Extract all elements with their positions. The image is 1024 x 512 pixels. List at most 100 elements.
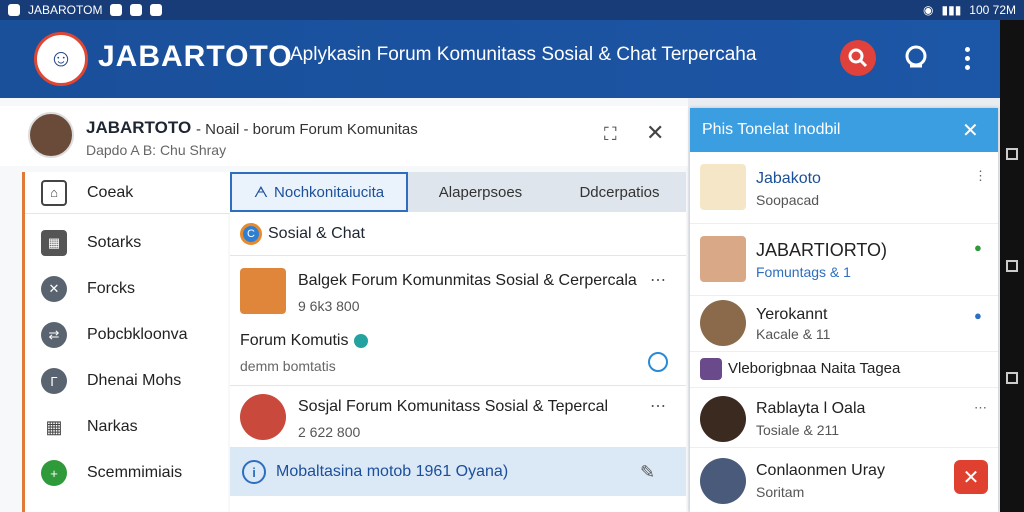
tools-icon: ✕ xyxy=(41,276,67,302)
more-menu-button[interactable] xyxy=(955,42,979,74)
more-icon[interactable]: ⋯ xyxy=(974,400,987,416)
back-icon[interactable] xyxy=(1006,148,1018,160)
item-meta: Tosiale & 211 xyxy=(756,422,840,438)
tab-applications[interactable]: Alaperpsoes xyxy=(408,172,553,212)
app-bar: ☺ JABARTOTO Aplykasin Forum Komunitass S… xyxy=(0,20,1000,98)
info-icon: i xyxy=(242,460,266,484)
list-item[interactable]: JABARTIORTO) Fomuntags & 1 ● xyxy=(690,224,998,296)
share-icon[interactable]: ⛶ xyxy=(604,124,617,145)
online-icon: ● xyxy=(974,240,982,255)
notification-icon xyxy=(110,4,123,16)
more-icon[interactable]: ⋮ xyxy=(974,168,987,184)
close-icon[interactable]: ✕ xyxy=(962,118,979,143)
post-thumbnail xyxy=(240,394,286,440)
item-name: Vleborigbnaa Naita Tagea xyxy=(728,360,901,377)
signal-icon: ▮▮▮ xyxy=(941,3,962,17)
avatar xyxy=(700,236,746,282)
edit-icon[interactable]: ✎ xyxy=(640,462,655,483)
sidebar-item-label: Forcks xyxy=(87,280,135,297)
feed: C Sosial & Chat Balgek Forum Komunmitas … xyxy=(230,212,686,512)
footer-label: Mobaltasina motob 1961 Oyana) xyxy=(276,463,509,480)
close-icon[interactable]: ✕ xyxy=(646,120,664,146)
panel-title: Phis Tonelat Inodbil xyxy=(702,121,841,138)
sidebar-item-label: Narkas xyxy=(87,418,138,435)
tab-label: Alaperpsoes xyxy=(438,183,523,201)
list-item[interactable]: Vleborigbnaa Naita Tagea xyxy=(690,352,998,388)
sidebar-item-label: Dhenai Mohs xyxy=(87,372,182,389)
system-nav-bar xyxy=(1000,20,1024,512)
avatar xyxy=(700,396,746,442)
sidebar-item-home[interactable]: ⌂ Coeak xyxy=(25,172,231,214)
verified-icon xyxy=(354,333,369,348)
sidebar-item-markets[interactable]: ▦ Narkas xyxy=(25,406,231,448)
message-icon: Γ xyxy=(41,368,67,394)
list-item[interactable]: Rablayta l Oala Tosiale & 211 ⋯ xyxy=(690,388,998,448)
brand-title: JABARTOTO xyxy=(98,40,293,73)
sidebar-item-label: Coeak xyxy=(87,183,134,201)
tab-label: Nochkonitaiucita xyxy=(274,183,385,201)
more-icon[interactable]: ⋯ xyxy=(650,270,666,290)
sidebar-item-messages[interactable]: Γ Dhenai Mohs xyxy=(25,360,231,402)
compose-button[interactable]: ✕ xyxy=(954,460,988,494)
list-item[interactable]: Conlaonmen Uray Soritam xyxy=(690,448,998,512)
app-badge-icon xyxy=(8,4,20,16)
home-icon[interactable] xyxy=(1006,260,1018,272)
side-panel: Phis Tonelat Inodbil ✕ Jabakoto Soopacad… xyxy=(690,108,998,512)
sidebar: ⌂ Coeak ▦ Sotarks ✕ Forcks ⇄ Pobcbkloonv… xyxy=(22,172,231,512)
dot-icon xyxy=(964,55,970,61)
item-name: Conlaonmen Uray xyxy=(756,462,885,479)
app-logo[interactable]: ☺ xyxy=(34,32,88,86)
avatar[interactable] xyxy=(28,112,74,158)
list-item[interactable]: Sosjal Forum Komunitass Sosial & Teperca… xyxy=(230,386,686,448)
post-thumbnail xyxy=(240,268,286,314)
chat-header: JABARTOTO - Noail - borum Forum Komunita… xyxy=(0,106,688,166)
list-item[interactable]: Jabakoto Soopacad ⋮ xyxy=(690,152,998,224)
status-bar: JABAROTOM ◉ ▮▮▮ 100 72M xyxy=(0,0,1024,20)
post-title: Sosjal Forum Komunitass Sosial & Teperca… xyxy=(298,398,609,415)
item-name: Jabakoto xyxy=(756,170,821,187)
home-icon: ⌂ xyxy=(41,179,67,206)
profile-button[interactable] xyxy=(900,42,932,74)
list-item[interactable]: Yerokannt Kacale & 11 ● xyxy=(690,296,998,352)
item-meta: Fomuntags & 1 xyxy=(756,264,851,280)
sidebar-item-forums[interactable]: ✕ Forcks xyxy=(25,268,231,310)
plus-icon: + xyxy=(41,460,67,486)
tab-operations[interactable]: Ddcerpatios xyxy=(553,172,686,212)
app-tagline: Aplykasin Forum Komunitass Sosial & Chat… xyxy=(290,44,757,65)
chat-logo-icon: C xyxy=(240,222,262,245)
section-label: Sosial & Chat xyxy=(268,224,365,242)
status-icon: ● xyxy=(974,308,982,323)
section-header: C Sosial & Chat xyxy=(230,212,686,256)
lock-icon: ᗅ xyxy=(253,183,269,201)
post-title: Balgek Forum Komunmitas Sosial & Cerperc… xyxy=(298,272,637,289)
avatar xyxy=(700,164,746,210)
sidebar-item-label: Scemmimiais xyxy=(87,464,183,481)
group-icon xyxy=(700,358,722,380)
footer-bar[interactable]: i Mobaltasina motob 1961 Oyana) ✎ xyxy=(230,448,686,496)
status-time: 100 72M xyxy=(969,3,1016,17)
sidebar-item-notifications[interactable]: ⇄ Pobcbkloonva xyxy=(25,314,231,356)
dot-icon xyxy=(964,64,970,70)
sidebar-item-stats[interactable]: ▦ Sotarks xyxy=(25,222,231,264)
link-icon[interactable] xyxy=(648,352,668,372)
list-item[interactable]: Balgek Forum Komunmitas Sosial & Cerperc… xyxy=(230,256,686,386)
notification-icon xyxy=(150,4,163,16)
item-name: Rablayta l Oala xyxy=(756,400,866,417)
forum-subtitle: demm bomtatis xyxy=(240,358,336,374)
search-button[interactable] xyxy=(840,40,876,76)
sidebar-item-settings[interactable]: + Scemmimiais xyxy=(25,452,231,494)
recents-icon[interactable] xyxy=(1006,372,1018,384)
item-name: Yerokannt xyxy=(756,306,828,323)
search-icon xyxy=(848,48,868,68)
shuffle-icon: ⇄ xyxy=(41,322,67,348)
user-search-icon xyxy=(905,45,927,68)
item-meta: Kacale & 11 xyxy=(756,326,831,342)
calendar-icon: ▦ xyxy=(41,230,67,256)
item-meta: Soopacad xyxy=(756,192,820,208)
more-icon[interactable]: ⋯ xyxy=(650,396,666,416)
avatar xyxy=(700,300,746,346)
tab-community[interactable]: ᗅ Nochkonitaiucita xyxy=(230,172,408,212)
tab-bar: ᗅ Nochkonitaiucita Alaperpsoes Ddcerpati… xyxy=(230,172,686,212)
notification-icon xyxy=(130,4,143,16)
status-app-label: JABAROTOM xyxy=(28,3,103,17)
